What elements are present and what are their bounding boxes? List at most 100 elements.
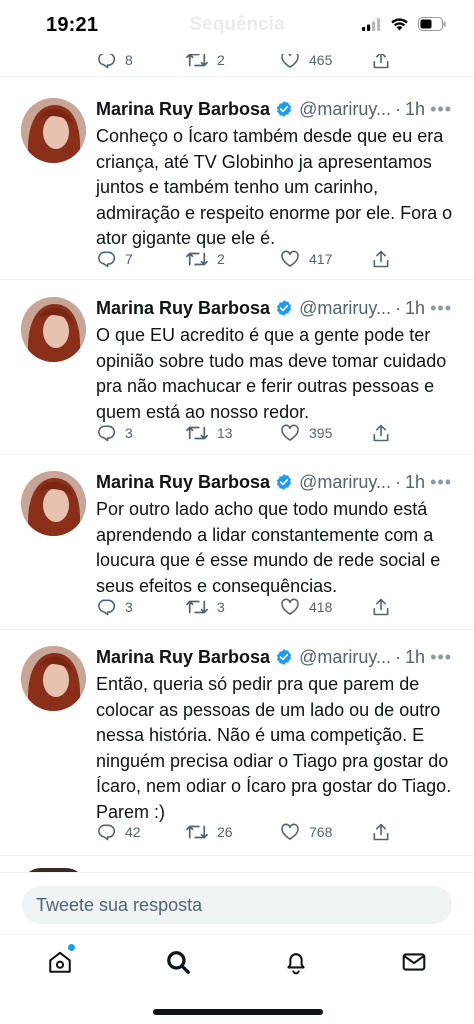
tweet-actions: 7 2 417	[96, 249, 396, 271]
heart-icon	[281, 424, 299, 441]
reply-icon	[98, 425, 116, 442]
reply-icon	[98, 824, 116, 841]
nav-search[interactable]	[163, 947, 193, 977]
reply-button[interactable]: 42	[96, 822, 141, 842]
retweet-icon	[186, 426, 208, 440]
reply-count: 3	[125, 599, 133, 615]
author-handle[interactable]: @mariruy...	[299, 99, 391, 120]
reply-bar	[0, 872, 474, 934]
reply-button[interactable]: 3	[96, 597, 133, 617]
notification-dot	[68, 944, 75, 951]
share-button[interactable]	[371, 249, 400, 269]
home-indicator[interactable]	[153, 1009, 323, 1015]
more-options-icon[interactable]: •••	[430, 298, 452, 319]
divider	[0, 279, 474, 280]
home-icon	[49, 951, 71, 973]
avatar[interactable]	[21, 471, 86, 536]
mail-icon	[402, 953, 426, 971]
separator-dot: ·	[395, 297, 402, 318]
reply-button[interactable]: 3	[96, 423, 133, 443]
bottom-nav	[0, 934, 474, 1024]
tweet-header: Marina Ruy Barbosa @mariruy... · 1h	[96, 471, 425, 493]
tweet-time[interactable]: 1h	[405, 472, 425, 493]
retweet-button[interactable]: 2	[186, 249, 225, 269]
retweet-count: 2	[217, 251, 225, 267]
tweet-actions: 3 13 395	[96, 423, 396, 445]
retweet-button[interactable]: 26	[186, 822, 233, 842]
author-handle[interactable]: @mariruy...	[299, 298, 391, 319]
retweet-count: 2	[217, 52, 225, 68]
avatar[interactable]	[21, 646, 86, 711]
status-bar: 19:21 Sequência	[0, 0, 474, 54]
separator-dot: ·	[395, 471, 402, 492]
more-options-icon[interactable]: •••	[430, 99, 452, 120]
avatar[interactable]	[21, 297, 86, 362]
like-count: 768	[309, 824, 333, 840]
retweet-count: 3	[217, 599, 225, 615]
tweet-time[interactable]: 1h	[405, 647, 425, 668]
share-icon	[373, 250, 389, 268]
tweet-text: O que EU acredito é que a gente pode ter…	[96, 325, 447, 422]
retweet-button[interactable]: 13	[186, 423, 233, 443]
search-icon	[167, 951, 190, 974]
author-handle[interactable]: @mariruy...	[299, 472, 391, 493]
tweet-time[interactable]: 1h	[405, 298, 425, 319]
like-button[interactable]: 417	[280, 249, 332, 269]
tweet-time[interactable]: 1h	[405, 99, 425, 120]
like-count: 417	[309, 251, 333, 267]
divider	[0, 76, 474, 77]
divider	[0, 629, 474, 630]
share-icon	[373, 598, 389, 616]
nav-messages[interactable]	[399, 947, 429, 977]
share-icon	[373, 424, 389, 442]
tweet-actions: 3 3 418	[96, 597, 396, 619]
reply-icon	[98, 251, 116, 268]
retweet-button[interactable]: 3	[186, 597, 225, 617]
more-options-icon[interactable]: •••	[430, 472, 452, 493]
heart-icon	[281, 823, 299, 840]
retweet-icon	[186, 825, 208, 839]
author-name[interactable]: Marina Ruy Barbosa	[96, 472, 270, 493]
tweet-text: Conheço o Ícaro também desde que eu era …	[96, 126, 453, 249]
tweet-actions: 42 26 768	[96, 822, 396, 844]
retweet-icon	[186, 600, 208, 614]
separator-dot: ·	[395, 646, 402, 667]
reply-count: 8	[125, 52, 133, 68]
separator-dot: ·	[395, 98, 402, 119]
retweet-icon	[186, 252, 208, 266]
nav-home[interactable]	[45, 944, 75, 977]
avatar[interactable]	[21, 98, 86, 163]
heart-icon	[281, 598, 299, 615]
tweet-header: Marina Ruy Barbosa @mariruy... · 1h	[96, 646, 425, 668]
like-count: 395	[309, 425, 333, 441]
tweet-text: Então, queria só pedir pra que parem de …	[96, 674, 452, 822]
reply-button[interactable]: 7	[96, 249, 133, 269]
share-button[interactable]	[371, 822, 400, 842]
divider	[0, 454, 474, 455]
like-count: 465	[309, 52, 333, 68]
nav-notifications[interactable]	[281, 947, 311, 977]
reply-count: 3	[125, 425, 133, 441]
like-button[interactable]: 768	[280, 822, 332, 842]
more-options-icon[interactable]: •••	[430, 647, 452, 668]
share-button[interactable]	[371, 597, 400, 617]
reply-input[interactable]	[22, 886, 452, 924]
wifi-icon	[391, 18, 408, 31]
share-icon	[373, 823, 389, 841]
bell-icon	[287, 953, 305, 975]
verified-icon	[277, 101, 292, 117]
tweet-text: Por outro lado acho que todo mundo está …	[96, 499, 441, 596]
retweet-count: 13	[217, 425, 233, 441]
share-button[interactable]	[371, 423, 400, 443]
divider	[0, 855, 474, 856]
retweet-count: 26	[217, 824, 233, 840]
author-handle[interactable]: @mariruy...	[299, 647, 391, 668]
tweet-header: Marina Ruy Barbosa @mariruy... · 1h	[96, 98, 425, 120]
author-name[interactable]: Marina Ruy Barbosa	[96, 99, 270, 120]
like-count: 418	[309, 599, 333, 615]
like-button[interactable]: 395	[280, 423, 332, 443]
like-button[interactable]: 418	[280, 597, 332, 617]
author-name[interactable]: Marina Ruy Barbosa	[96, 298, 270, 319]
battery-icon	[418, 17, 446, 31]
author-name[interactable]: Marina Ruy Barbosa	[96, 647, 270, 668]
